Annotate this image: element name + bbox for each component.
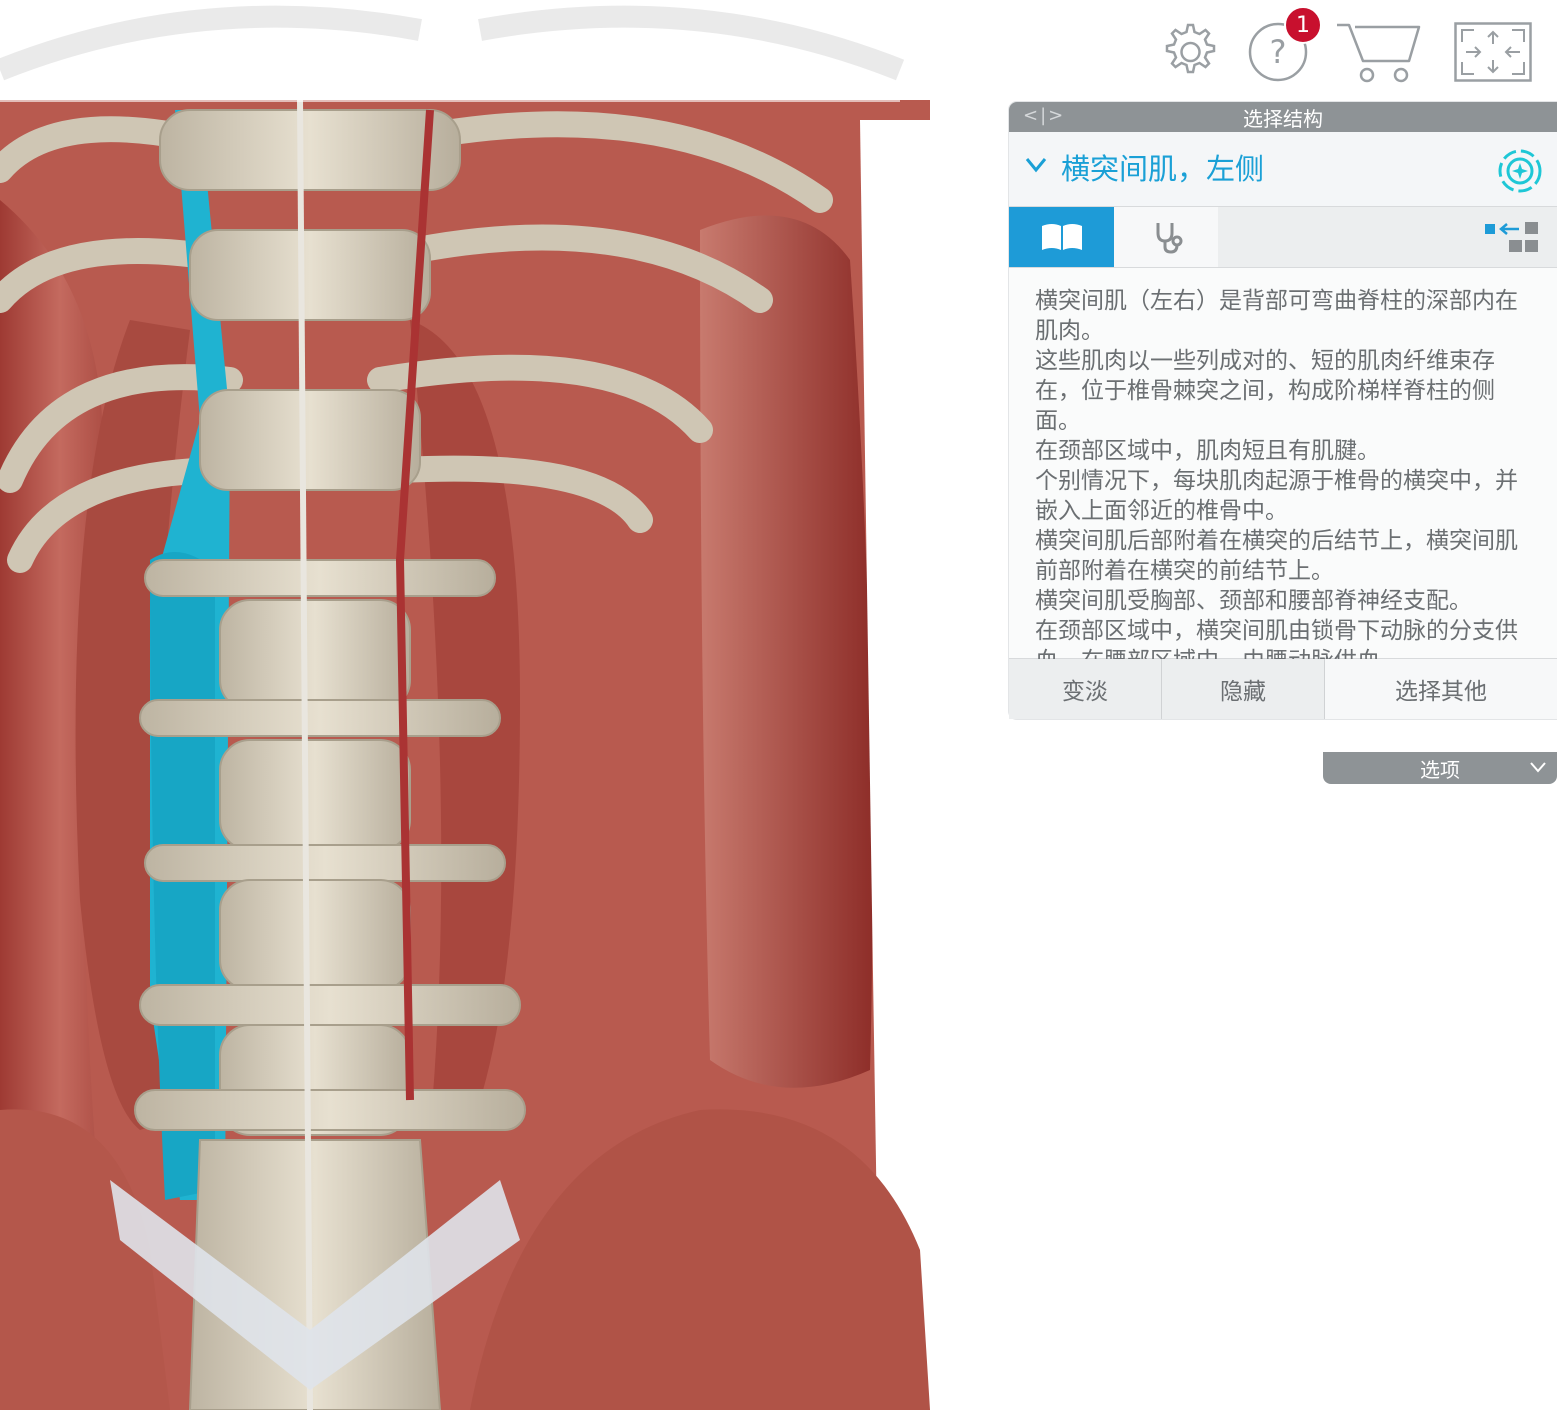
- notification-badge: 1: [1284, 6, 1322, 44]
- chevron-down-icon: [1529, 755, 1547, 779]
- fade-button[interactable]: 变淡: [1009, 659, 1162, 719]
- description-paragraph: 个别情况下，每块肌肉起源于椎骨的横突中，并嵌入上面邻近的椎骨中。: [1035, 468, 1518, 524]
- structure-info-panel: <|> 选择结构 横突间肌，左侧 横突间肌（左右）是背部可弯曲脊柱的深部内在肌肉…: [1009, 102, 1557, 784]
- panel-tabs: [1009, 207, 1557, 268]
- tab-clinical[interactable]: [1114, 207, 1218, 267]
- layout-toggle-icon[interactable]: [1483, 220, 1541, 254]
- options-dropdown[interactable]: 选项: [1323, 752, 1557, 784]
- description-paragraph: 横突间肌后部附着在横突的后结节上，横突间肌前部附着在横突的前结节上。: [1035, 528, 1518, 584]
- panel-title: 选择结构: [1243, 106, 1323, 131]
- anatomy-model[interactable]: [0, 0, 930, 1410]
- select-other-button[interactable]: 选择其他: [1325, 659, 1557, 719]
- description-paragraph: 在颈部区域中，肌肉短且有肌腱。: [1035, 438, 1380, 464]
- structure-name: 横突间肌，左侧: [1061, 152, 1265, 186]
- cart-icon: [1337, 23, 1421, 83]
- book-icon: [1041, 224, 1082, 250]
- panel-titlebar[interactable]: <|> 选择结构: [1009, 102, 1557, 132]
- description-paragraph: 横突间肌（左右）是背部可弯曲脊柱的深部内在肌肉。: [1035, 288, 1518, 344]
- locate-target-icon[interactable]: [1497, 148, 1543, 194]
- flank-muscle[interactable]: [700, 215, 873, 1088]
- description-paragraph: 这些肌肉以一些列成对的、短的肌肉纤维束存在，位于椎骨棘突之间，构成阶梯样脊柱的侧…: [1035, 348, 1495, 434]
- anatomy-3d-viewport[interactable]: [0, 0, 930, 1410]
- gear-icon: [1165, 23, 1216, 74]
- stethoscope-icon: [1156, 223, 1183, 254]
- panel-resize-handle-icon[interactable]: <|>: [1023, 105, 1065, 126]
- chevron-down-icon[interactable]: [1025, 150, 1047, 180]
- tab-description[interactable]: [1009, 207, 1114, 267]
- svg-text:?: ?: [1270, 33, 1287, 71]
- cart-button[interactable]: [1334, 18, 1424, 86]
- help-button[interactable]: ? 1: [1246, 6, 1322, 86]
- tab-bar-spacer: [1218, 207, 1557, 267]
- fullscreen-button[interactable]: [1454, 18, 1532, 86]
- hide-button[interactable]: 隐藏: [1162, 659, 1325, 719]
- fullscreen-icon: [1454, 22, 1532, 82]
- options-label: 选项: [1420, 757, 1460, 782]
- settings-button[interactable]: [1156, 18, 1220, 86]
- structure-description: 横突间肌（左右）是背部可弯曲脊柱的深部内在肌肉。 这些肌肉以一些列成对的、短的肌…: [1009, 268, 1557, 674]
- panel-actions: 变淡 隐藏 选择其他: [1009, 658, 1557, 719]
- description-paragraph: 横突间肌受胸部、颈部和腰部脊神经支配。: [1035, 588, 1472, 614]
- selected-structure-row[interactable]: 横突间肌，左侧: [1009, 132, 1557, 207]
